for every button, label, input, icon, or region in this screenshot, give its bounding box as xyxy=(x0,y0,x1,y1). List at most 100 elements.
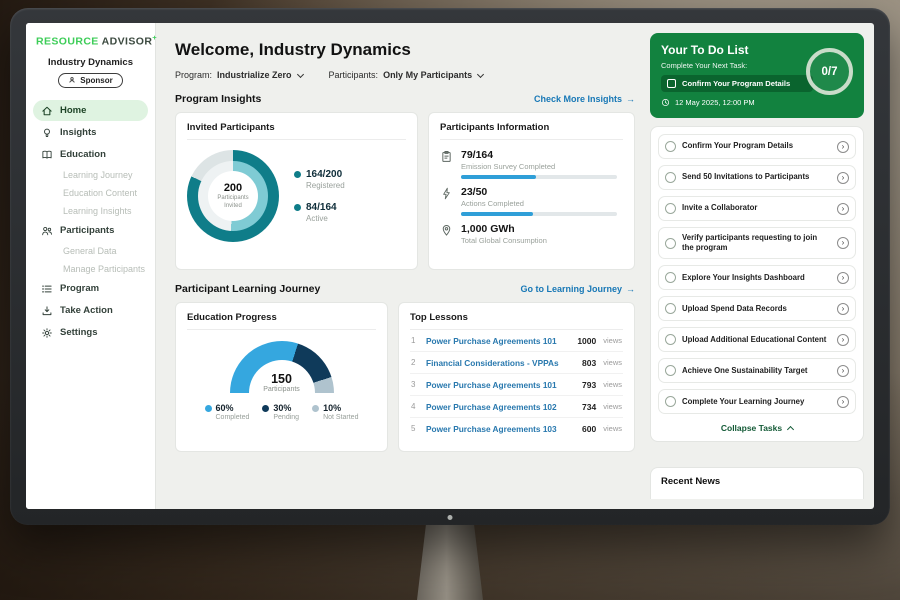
legend-item: 30% Pending xyxy=(262,403,299,421)
card-title: Education Progress xyxy=(187,312,376,330)
task-row[interactable]: Confirm Your Program Details › xyxy=(658,134,856,159)
sponsor-badge[interactable]: Sponsor xyxy=(58,73,122,88)
lesson-link[interactable]: Financial Considerations - VPPAs xyxy=(426,358,575,368)
radio-circle-icon[interactable] xyxy=(665,303,676,314)
participants-dropdown[interactable]: Participants: Only My Participants xyxy=(329,70,484,80)
program-insights-header: Program Insights Check More Insights → xyxy=(175,93,635,105)
radio-circle-icon[interactable] xyxy=(665,272,676,283)
sidebar-item-learning-insights[interactable]: Learning Insights xyxy=(33,202,148,219)
checkbox-icon[interactable] xyxy=(667,79,676,88)
chevron-right-icon[interactable]: › xyxy=(837,141,849,153)
chevron-right-icon[interactable]: › xyxy=(837,237,849,249)
lesson-link[interactable]: Power Purchase Agreements 102 xyxy=(426,402,575,412)
gauge-legend: 60% Completed 30% Pending 10% Not Starte… xyxy=(205,403,359,421)
program-label: Program: xyxy=(175,70,212,80)
clipboard-icon xyxy=(440,150,453,163)
legend-item: 10% Not Started xyxy=(312,403,358,421)
desk-background: RESOURCE ADVISOR+ Industry Dynamics Spon… xyxy=(0,0,900,600)
lesson-link[interactable]: Power Purchase Agreements 101 xyxy=(426,380,575,390)
gear-icon xyxy=(41,327,53,339)
lessons-list: 1 Power Purchase Agreements 101 1000 vie… xyxy=(410,330,623,439)
lightning-icon xyxy=(440,187,453,200)
program-dropdown[interactable]: Program: Industrialize Zero xyxy=(175,70,303,80)
legend-dot xyxy=(312,405,319,412)
chevron-down-icon xyxy=(296,70,303,77)
task-row[interactable]: Send 50 Invitations to Participants › xyxy=(658,165,856,190)
invited-donut-chart: 200 Participants Invited xyxy=(187,150,279,242)
radio-circle-icon[interactable] xyxy=(665,365,676,376)
sidebar-item-manage-participants[interactable]: Manage Participants xyxy=(33,260,148,277)
home-icon xyxy=(41,105,53,117)
task-row[interactable]: Achieve One Sustainability Target › xyxy=(658,358,856,383)
go-to-learning-journey-link[interactable]: Go to Learning Journey → xyxy=(520,284,635,294)
clock-icon xyxy=(661,98,670,107)
sidebar-item-settings[interactable]: Settings xyxy=(33,322,148,343)
sidebar-item-general-data[interactable]: General Data xyxy=(33,242,148,259)
card-title: Participants Information xyxy=(440,122,623,140)
sidebar-item-education[interactable]: Education xyxy=(33,144,148,165)
lesson-row: 3 Power Purchase Agreements 101 793 view… xyxy=(410,374,623,396)
lesson-row: 2 Financial Considerations - VPPAs 803 v… xyxy=(410,352,623,374)
task-row[interactable]: Invite a Collaborator › xyxy=(658,196,856,221)
learning-journey-header: Participant Learning Journey Go to Learn… xyxy=(175,283,635,295)
legend-dot xyxy=(262,405,269,412)
radio-circle-icon[interactable] xyxy=(665,396,676,407)
radio-circle-icon[interactable] xyxy=(665,141,676,152)
todo-summary-card: Your To Do List Complete Your Next Task:… xyxy=(650,33,864,118)
lesson-link[interactable]: Power Purchase Agreements 101 xyxy=(426,336,570,346)
task-row[interactable]: Explore Your Insights Dashboard › xyxy=(658,265,856,290)
program-value: Industrialize Zero xyxy=(217,70,292,80)
chevron-up-icon xyxy=(787,426,794,433)
radio-circle-icon[interactable] xyxy=(665,203,676,214)
progress-bar xyxy=(461,212,617,216)
list-icon xyxy=(41,283,53,295)
sidebar-item-learning-journey[interactable]: Learning Journey xyxy=(33,166,148,183)
chevron-right-icon[interactable]: › xyxy=(837,334,849,346)
filter-bar: Program: Industrialize Zero Participants… xyxy=(175,70,635,80)
sidebar-item-home[interactable]: Home xyxy=(33,100,148,121)
monitor-bezel: RESOURCE ADVISOR+ Industry Dynamics Spon… xyxy=(10,8,890,525)
check-more-insights-link[interactable]: Check More Insights → xyxy=(534,94,635,104)
sidebar-item-program[interactable]: Program xyxy=(33,278,148,299)
lesson-row: 1 Power Purchase Agreements 101 1000 vie… xyxy=(410,330,623,352)
radio-circle-icon[interactable] xyxy=(665,334,676,345)
chevron-right-icon[interactable]: › xyxy=(837,172,849,184)
legend-dot xyxy=(294,204,301,211)
page-title: Welcome, Industry Dynamics xyxy=(175,40,635,60)
legend-dot xyxy=(294,171,301,178)
sidebar-item-take-action[interactable]: Take Action xyxy=(33,300,148,321)
sidebar-item-insights[interactable]: Insights xyxy=(33,122,148,143)
task-row[interactable]: Verify participants requesting to join t… xyxy=(658,227,856,259)
due-date: 12 May 2025, 12:00 PM xyxy=(661,98,853,107)
chevron-right-icon[interactable]: › xyxy=(837,203,849,215)
learning-cards-row: Education Progress 150 Participants xyxy=(175,302,635,452)
people-icon xyxy=(41,225,53,237)
insights-cards-row: Invited Participants 200 Participants In… xyxy=(175,112,635,270)
chevron-right-icon[interactable]: › xyxy=(837,365,849,377)
radio-circle-icon[interactable] xyxy=(665,172,676,183)
sidebar-item-education-content[interactable]: Education Content xyxy=(33,184,148,201)
education-gauge-chart: 150 Participants xyxy=(230,341,334,393)
chevron-right-icon[interactable]: › xyxy=(837,272,849,284)
monitor-stand xyxy=(417,522,483,600)
map-pin-icon xyxy=(440,224,453,237)
legend-item: 84/164 Active xyxy=(294,202,345,223)
app-logo: RESOURCE ADVISOR+ xyxy=(33,33,148,48)
chevron-right-icon[interactable]: › xyxy=(837,303,849,315)
task-row[interactable]: Complete Your Learning Journey › xyxy=(658,389,856,414)
lightbulb-icon xyxy=(41,127,53,139)
lesson-row: 4 Power Purchase Agreements 102 734 view… xyxy=(410,396,623,418)
task-row[interactable]: Upload Spend Data Records › xyxy=(658,296,856,321)
dashboard-screen: RESOURCE ADVISOR+ Industry Dynamics Spon… xyxy=(26,23,874,509)
collapse-tasks-button[interactable]: Collapse Tasks xyxy=(658,420,856,434)
chevron-right-icon[interactable]: › xyxy=(837,396,849,408)
todo-panel: Your To Do List Complete Your Next Task:… xyxy=(648,23,874,509)
progress-bar xyxy=(461,175,617,179)
radio-circle-icon[interactable] xyxy=(665,238,676,249)
stat-emission-survey: 79/164 Emission Survey Completed xyxy=(440,149,623,179)
section-title: Participant Learning Journey xyxy=(175,283,320,295)
next-task-item[interactable]: Confirm Your Program Details xyxy=(661,75,813,92)
sidebar-item-participants[interactable]: Participants xyxy=(33,220,148,241)
task-row[interactable]: Upload Additional Educational Content › xyxy=(658,327,856,352)
lesson-link[interactable]: Power Purchase Agreements 103 xyxy=(426,424,575,434)
